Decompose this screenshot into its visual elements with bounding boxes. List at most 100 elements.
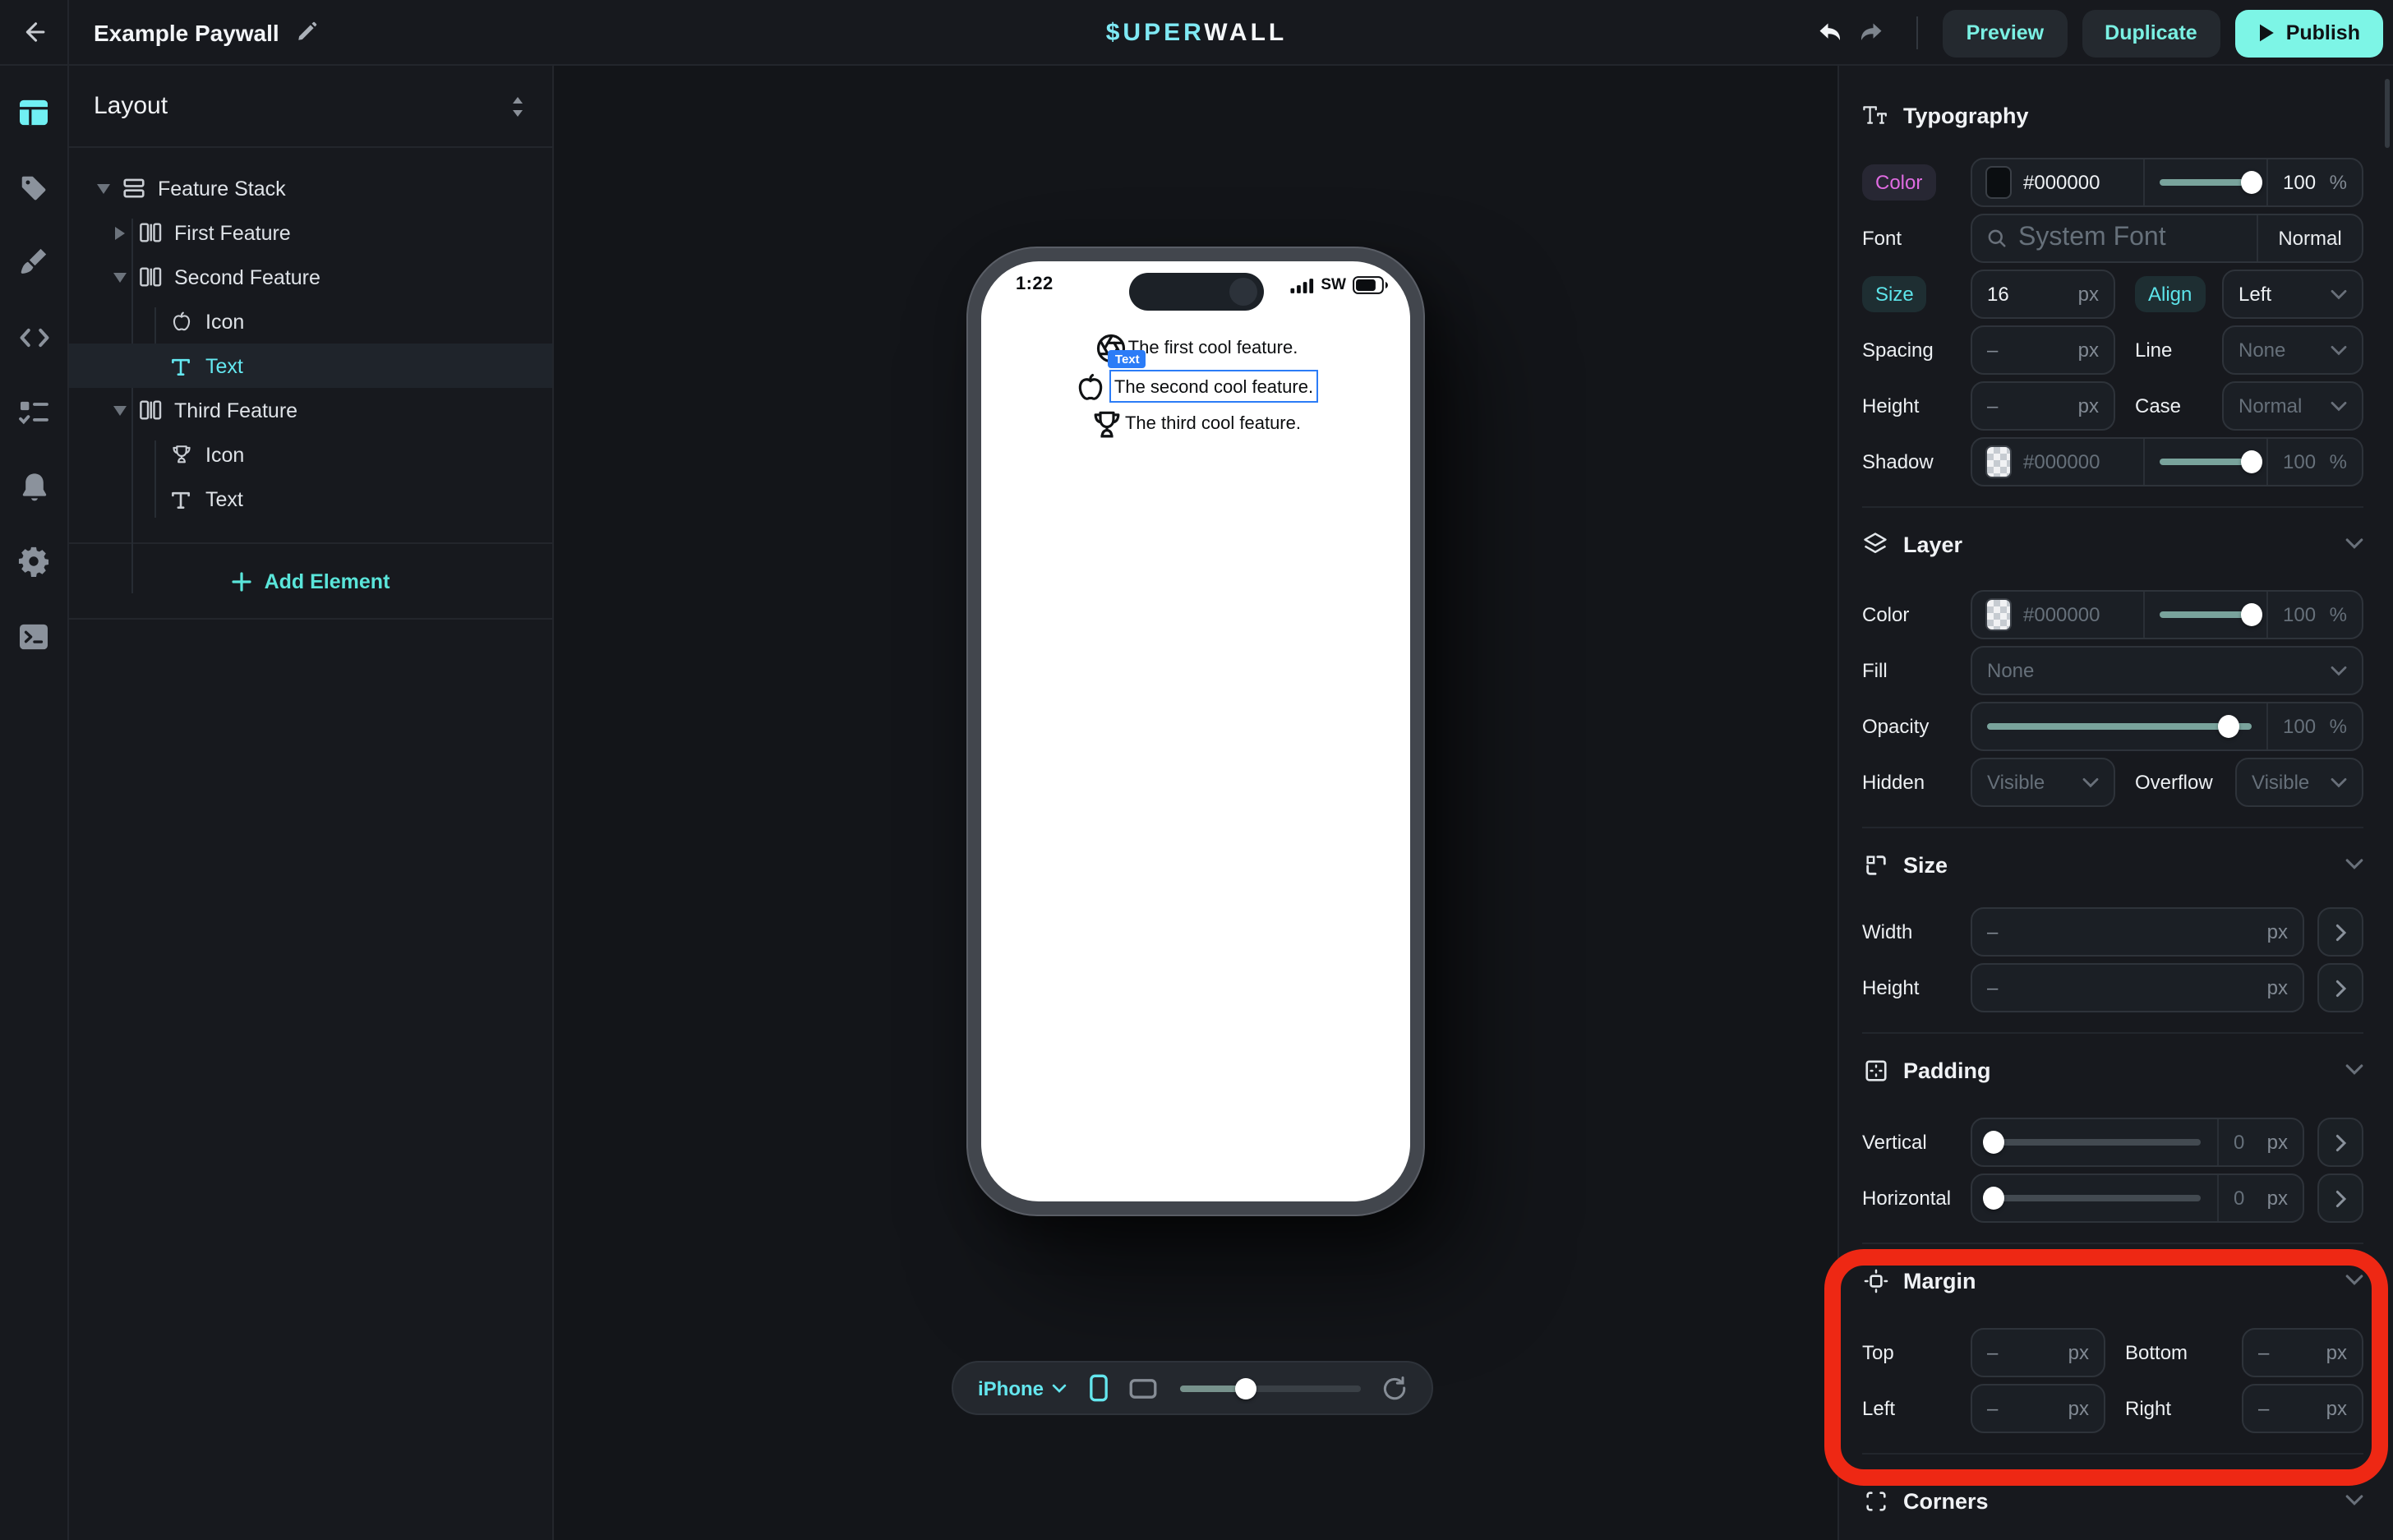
undo-icon[interactable] [1817, 21, 1845, 45]
color-hex-value[interactable]: #000000 [2023, 171, 2100, 194]
slider-thumb[interactable] [2241, 171, 2262, 194]
layout-icon[interactable] [0, 76, 67, 150]
hidden-select[interactable]: Visible [1971, 758, 2115, 807]
back-button[interactable] [0, 0, 69, 64]
redo-icon[interactable] [1858, 21, 1886, 45]
feature-text[interactable]: The third cool feature. [1125, 414, 1301, 434]
corners-section: Corners [1862, 1453, 2363, 1540]
shadow-hex-field[interactable]: #000000 [1972, 439, 2143, 485]
vertical-padding-value[interactable]: 0 px [2217, 1119, 2303, 1165]
font-weight-select[interactable]: Normal [2257, 215, 2362, 261]
color-opacity-value[interactable]: 100 % [2266, 159, 2362, 205]
feature-row[interactable]: The third cool feature. [1090, 406, 1301, 442]
vertical-padding-slider[interactable] [1972, 1119, 2217, 1165]
height-input[interactable]: – px [1971, 963, 2304, 1012]
color-chip-label[interactable]: Color [1862, 164, 1935, 201]
align-select[interactable]: Left [2222, 270, 2363, 319]
slider-thumb[interactable] [2217, 715, 2239, 738]
chevron-down-icon[interactable] [2345, 858, 2363, 871]
color-hex-field[interactable]: #000000 [1972, 159, 2143, 205]
shadow-opacity-slider[interactable] [2143, 439, 2266, 485]
align-chip-label[interactable]: Align [2135, 276, 2205, 312]
color-opacity-slider[interactable] [2143, 159, 2266, 205]
duplicate-button[interactable]: Duplicate [2082, 9, 2220, 57]
tree-item-text[interactable]: Text [69, 477, 552, 521]
vertical-padding-expand-button[interactable] [2317, 1118, 2363, 1167]
tag-icon[interactable] [0, 150, 67, 225]
slider-thumb[interactable] [2241, 603, 2262, 626]
color-swatch[interactable] [1985, 166, 2012, 199]
chevron-down-icon[interactable] [2345, 537, 2363, 551]
tree-item-icon[interactable]: Icon [69, 299, 552, 344]
feature-text[interactable]: The first cool feature. [1128, 339, 1298, 358]
gear-icon[interactable] [0, 524, 67, 599]
margin-left-input[interactable]: – px [1971, 1384, 2105, 1433]
caret-down-icon[interactable] [112, 272, 128, 282]
horizontal-padding-slider[interactable] [1972, 1175, 2217, 1221]
device-selector[interactable]: iPhone [978, 1376, 1067, 1399]
size-chip-label[interactable]: Size [1862, 276, 1927, 312]
caret-down-icon[interactable] [95, 183, 112, 193]
slider-thumb[interactable] [2241, 450, 2262, 473]
zoom-slider-thumb[interactable] [1234, 1377, 1256, 1399]
margin-right-input[interactable]: – px [2242, 1384, 2363, 1433]
shadow-swatch[interactable] [1985, 445, 2012, 478]
brush-icon[interactable] [0, 225, 67, 300]
layer-color-opacity-value[interactable]: 100 % [2266, 592, 2362, 638]
line-select[interactable]: None [2222, 325, 2363, 375]
inspector-scrollbar[interactable] [2385, 79, 2390, 148]
preview-button[interactable]: Preview [1943, 9, 2068, 57]
sort-icon[interactable] [508, 95, 528, 118]
overflow-select[interactable]: Visible [2235, 758, 2363, 807]
chevron-down-icon[interactable] [2345, 1494, 2363, 1507]
publish-button[interactable]: Publish [2235, 9, 2383, 57]
horizontal-padding-value[interactable]: 0 px [2217, 1175, 2303, 1221]
refresh-icon[interactable] [1382, 1376, 1407, 1400]
shadow-hex-value[interactable]: #000000 [2023, 450, 2100, 473]
slider-thumb[interactable] [1982, 1131, 2003, 1154]
height-expand-button[interactable] [2317, 963, 2363, 1012]
width-input[interactable]: – px [1971, 907, 2304, 957]
layer-color-opacity-slider[interactable] [2143, 592, 2266, 638]
slider-thumb[interactable] [1982, 1187, 2003, 1210]
caret-right-icon[interactable] [112, 226, 128, 239]
edit-pencil-icon[interactable] [296, 21, 317, 43]
tree-item-icon[interactable]: Icon [69, 432, 552, 477]
layer-color-hex-value[interactable]: #000000 [2023, 603, 2100, 626]
tree-item-text-selected[interactable]: Text [69, 344, 552, 388]
spacing-input[interactable]: – px [1971, 325, 2115, 375]
feature-text[interactable]: The second cool feature. [1114, 378, 1313, 398]
feature-row-selected[interactable]: Text The second cool feature. [1073, 368, 1318, 404]
horizontal-padding-expand-button[interactable] [2317, 1173, 2363, 1223]
tree-item-second-feature[interactable]: Second Feature [69, 255, 552, 299]
code-icon[interactable] [0, 300, 67, 375]
opacity-slider[interactable] [1972, 703, 2266, 749]
add-element-button[interactable]: Add Element [69, 544, 552, 620]
case-select[interactable]: Normal [2222, 381, 2363, 431]
terminal-icon[interactable] [0, 599, 67, 674]
font-size-input[interactable]: 16 px [1971, 270, 2115, 319]
height-input[interactable]: – px [1971, 381, 2115, 431]
caret-down-icon[interactable] [112, 405, 128, 415]
tree-item-third-feature[interactable]: Third Feature [69, 388, 552, 432]
fill-select[interactable]: None [1971, 646, 2363, 695]
font-search-input[interactable]: System Font [1972, 215, 2257, 261]
opacity-value[interactable]: 100 % [2266, 703, 2362, 749]
bell-icon[interactable] [0, 450, 67, 524]
tree-item-feature-stack[interactable]: Feature Stack [69, 166, 552, 210]
shadow-opacity-value[interactable]: 100 % [2266, 439, 2362, 485]
layer-color-swatch[interactable] [1985, 598, 2012, 631]
selection-outline[interactable]: Text The second cool feature. [1109, 370, 1318, 403]
layer-color-hex-field[interactable]: #000000 [1972, 592, 2143, 638]
checklist-icon[interactable] [0, 375, 67, 450]
margin-bottom-input[interactable]: – px [2242, 1328, 2363, 1377]
width-expand-button[interactable] [2317, 907, 2363, 957]
chevron-down-icon[interactable] [2345, 1063, 2363, 1077]
zoom-slider[interactable] [1180, 1385, 1361, 1391]
paywall-preview-screen[interactable]: 1:22 SW The first cool feature. [981, 261, 1410, 1201]
portrait-orientation-icon[interactable] [1090, 1374, 1108, 1402]
chevron-down-icon[interactable] [2345, 1274, 2363, 1287]
tree-item-first-feature[interactable]: First Feature [69, 210, 552, 255]
landscape-orientation-icon[interactable] [1129, 1378, 1157, 1398]
margin-top-input[interactable]: – px [1971, 1328, 2105, 1377]
